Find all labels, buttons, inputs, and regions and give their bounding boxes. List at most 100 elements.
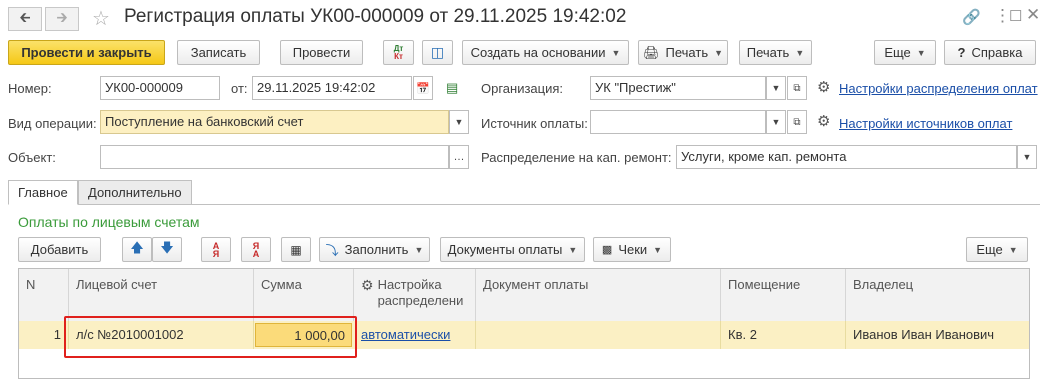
gear-icon: ⚙ xyxy=(361,277,374,293)
operation-dropdown[interactable]: ▼ xyxy=(449,110,469,134)
object-field[interactable] xyxy=(100,145,449,169)
column-header-n[interactable]: N xyxy=(19,269,69,321)
organization-dropdown[interactable]: ▼ xyxy=(766,76,786,100)
column-header-room[interactable]: Помещение xyxy=(721,269,846,321)
table-row[interactable]: 1 л/с №2010001002 1 000,00 автоматически… xyxy=(19,321,1029,349)
structure-icon: ◫ xyxy=(430,44,445,60)
help-button[interactable]: ? Справка xyxy=(944,40,1036,65)
chevron-down-icon: ▼ xyxy=(653,244,663,255)
document-status-icon[interactable]: ▤ xyxy=(446,80,458,96)
account-cell[interactable]: л/с №2010001002 xyxy=(69,321,254,349)
fill-button[interactable]: ⤵ Заполнить ▼ xyxy=(319,237,430,262)
calendar-icon: 📅 xyxy=(416,82,430,95)
window-title: Регистрация оплаты УК00-000009 от 29.11.… xyxy=(124,6,627,27)
chevron-down-icon: ▼ xyxy=(414,244,424,255)
date-field[interactable]: 29.11.2025 19:42:02 xyxy=(252,76,412,100)
source-settings-link[interactable]: Настройки источников оплат xyxy=(839,116,1012,131)
source-open-button[interactable]: ⧉ xyxy=(787,110,807,134)
sort-asc-button[interactable]: АЯ xyxy=(201,237,231,262)
table-more-button[interactable]: Еще ▼ xyxy=(966,237,1028,262)
object-select-button[interactable]: … xyxy=(449,145,469,169)
payments-table[interactable]: N Лицевой счет Сумма ⚙ Настройка распред… xyxy=(18,268,1030,379)
open-icon: ⧉ xyxy=(793,116,801,128)
create-based-label: Создать на основании xyxy=(470,45,606,60)
sort-desc-button[interactable]: ЯА xyxy=(241,237,271,262)
move-down-button[interactable]: 🡇 xyxy=(152,237,182,262)
structure-button[interactable]: ◫ xyxy=(422,40,453,65)
create-based-button[interactable]: Создать на основании ▼ xyxy=(462,40,629,65)
sum-cell[interactable]: 1 000,00 xyxy=(255,323,352,347)
source-dropdown[interactable]: ▼ xyxy=(766,110,786,134)
payment-docs-label: Документы оплаты xyxy=(447,242,563,257)
column-header-setting[interactable]: ⚙ Настройка распределени xyxy=(354,269,476,321)
arrow-right-icon: 🡲 xyxy=(56,9,68,25)
receipts-button[interactable]: ▩ Чеки ▼ xyxy=(593,237,671,262)
chevron-down-icon: ▼ xyxy=(916,47,926,58)
setting-cell[interactable]: автоматически xyxy=(354,321,476,349)
more-label: Еще xyxy=(884,45,911,60)
chevron-down-icon: ▼ xyxy=(795,47,805,58)
column-header-owner[interactable]: Владелец xyxy=(846,269,1029,321)
post-button[interactable]: Провести xyxy=(280,40,363,65)
save-button[interactable]: Записать xyxy=(177,40,260,65)
forward-button[interactable]: 🡲 xyxy=(45,7,79,31)
arrow-up-icon: 🡅 xyxy=(130,239,144,255)
move-up-button[interactable]: 🡅 xyxy=(122,237,152,262)
object-label: Объект: xyxy=(8,150,56,165)
print-button[interactable]: Печать ▼ xyxy=(739,40,812,65)
chevron-down-icon: ▼ xyxy=(714,47,724,58)
chevron-down-icon: ▼ xyxy=(611,47,621,58)
room-cell[interactable]: Кв. 2 xyxy=(721,321,846,349)
tab-additional[interactable]: Дополнительно xyxy=(78,180,192,205)
fill-label: Заполнить xyxy=(344,242,409,257)
organization-field[interactable]: УК "Престиж" xyxy=(590,76,766,100)
star-icon[interactable]: ☆ xyxy=(92,6,110,31)
gear-icon: ⚙ xyxy=(817,79,831,96)
calculator-button[interactable]: ▦ xyxy=(281,237,311,262)
receipts-label: Чеки xyxy=(618,242,648,257)
table-more-label: Еще xyxy=(976,242,1003,257)
print-icon-button[interactable]: 🖨 Печать ▼ xyxy=(638,40,728,65)
add-button[interactable]: Добавить xyxy=(18,237,101,262)
chevron-down-icon: ▼ xyxy=(568,244,578,255)
close-icon[interactable]: ✕ xyxy=(1026,5,1040,25)
gear-icon: ⚙ xyxy=(817,113,831,130)
print-icon-label: Печать xyxy=(665,45,709,60)
operation-field[interactable]: Поступление на банковский счет xyxy=(100,110,449,134)
source-label: Источник оплаты: xyxy=(481,116,588,131)
back-button[interactable]: 🡰 xyxy=(8,7,42,31)
calculator-icon: ▦ xyxy=(290,242,302,257)
owner-cell[interactable]: Иванов Иван Иванович xyxy=(846,321,1029,349)
ellipsis-icon: … xyxy=(453,151,465,163)
operation-label: Вид операции: xyxy=(8,116,97,131)
arrow-down-icon: 🡇 xyxy=(160,239,174,255)
post-and-close-button[interactable]: Провести и закрыть xyxy=(8,40,165,65)
column-header-sum[interactable]: Сумма xyxy=(254,269,354,321)
print-label: Печать xyxy=(746,45,790,60)
open-icon: ⧉ xyxy=(793,82,801,94)
source-field[interactable] xyxy=(590,110,766,134)
payment-docs-button[interactable]: Документы оплаты ▼ xyxy=(440,237,585,262)
document-cell[interactable] xyxy=(476,321,721,349)
capital-repair-field[interactable]: Услуги, кроме кап. ремонта xyxy=(676,145,1017,169)
sort-descending-icon: ЯА xyxy=(252,240,260,259)
capital-repair-label: Распределение на кап. ремонт: xyxy=(481,150,672,165)
calendar-button[interactable]: 📅 xyxy=(413,76,433,100)
link-icon[interactable]: 🔗 xyxy=(962,8,981,26)
number-field[interactable]: УК00-000009 xyxy=(100,76,220,100)
tab-main[interactable]: Главное xyxy=(8,180,78,205)
more-button[interactable]: Еще ▼ xyxy=(874,40,936,65)
setting-link[interactable]: автоматически xyxy=(361,327,450,342)
chevron-down-icon: ▼ xyxy=(454,117,464,127)
fill-icon: ⤵ xyxy=(325,243,339,258)
organization-label: Организация: xyxy=(481,81,564,96)
column-header-account[interactable]: Лицевой счет xyxy=(69,269,254,321)
help-icon: ? xyxy=(957,45,966,60)
distribution-settings-link[interactable]: Настройки распределения оплат xyxy=(839,81,1038,96)
maximize-icon[interactable]: ☐ xyxy=(1009,7,1022,25)
organization-open-button[interactable]: ⧉ xyxy=(787,76,807,100)
dt-kt-button[interactable]: Дт Кт xyxy=(383,40,414,65)
row-number: 1 xyxy=(19,321,69,349)
column-header-document[interactable]: Документ оплаты xyxy=(476,269,721,321)
capital-repair-dropdown[interactable]: ▼ xyxy=(1017,145,1037,169)
